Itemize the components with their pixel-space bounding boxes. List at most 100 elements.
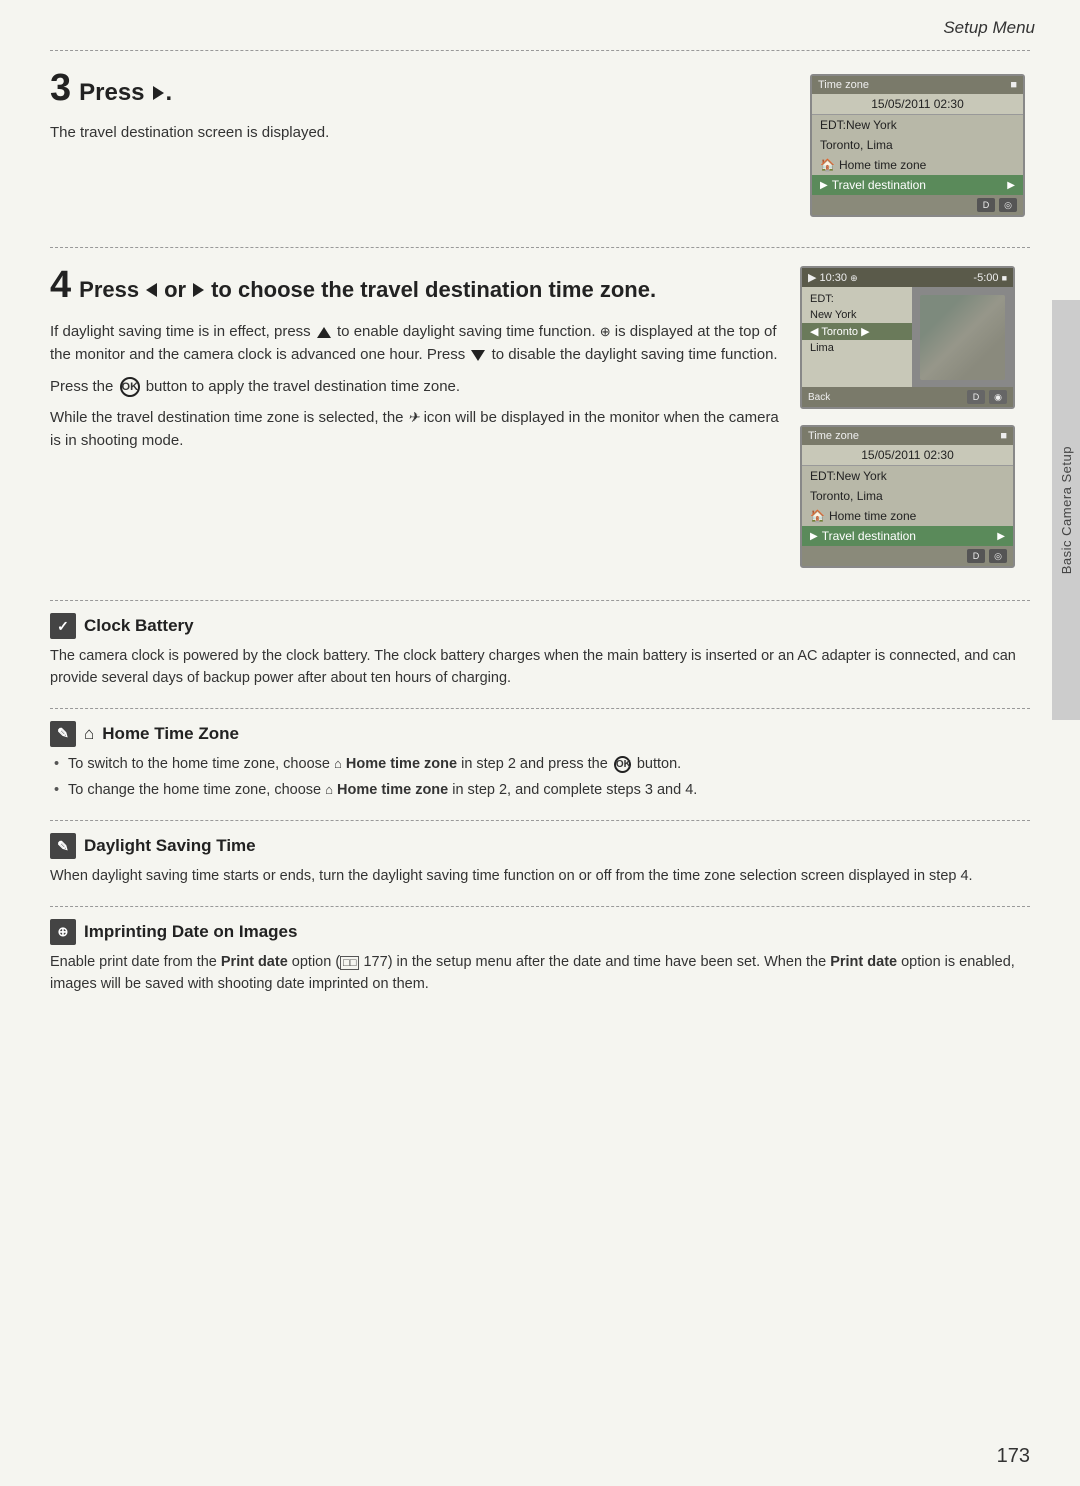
note-clock-title: ✓ Clock Battery [50, 613, 1030, 639]
step3-body: The travel destination screen is display… [50, 121, 790, 144]
note-imprint-title: ⊕ Imprinting Date on Images [50, 919, 1030, 945]
step4-para2: Press the OK button to apply the travel … [50, 375, 780, 398]
cam2-row3: 🏠 Home time zone [802, 506, 1013, 526]
map-image [912, 287, 1013, 387]
step4-arrow-up-icon [317, 327, 331, 338]
print-date-bold-1: Print date [221, 954, 288, 970]
step4-para1: If daylight saving time is in effect, pr… [50, 320, 780, 367]
clock-check-icon: ✓ [50, 613, 76, 639]
cam1-row4-icon: ▶ [820, 180, 828, 191]
step4-press: Press [79, 277, 139, 303]
cam2-header: Time zone ■ [802, 427, 1013, 445]
home-title-text: Home Time Zone [102, 724, 239, 744]
step3-period: . [166, 79, 173, 107]
step4-title-rest: to choose the travel destination time zo… [211, 277, 656, 303]
page-number: 173 [997, 1445, 1030, 1468]
cam2-row1: EDT:New York [802, 466, 1013, 486]
home-pencil-icon: ✎ [50, 721, 76, 747]
ok-icon-2: OK [614, 756, 631, 773]
home-icon-1: ⌂ [334, 756, 342, 771]
cam1-home-icon: 🏠 [820, 158, 835, 172]
cam2-header-icon: ■ [1000, 430, 1007, 442]
cam2-home-icon: 🏠 [810, 509, 825, 523]
step3-number: 3 [50, 69, 71, 107]
home-bullets: To switch to the home time zone, choose … [50, 753, 1030, 802]
step3-screen: Time zone ■ 15/05/2011 02:30 EDT:New Yor… [810, 74, 1030, 227]
note-daylight-section: ✎ Daylight Saving Time When daylight sav… [50, 820, 1030, 887]
travel-icon: ✈ [408, 409, 420, 425]
home-bold-2: Home time zone [337, 782, 448, 798]
step4-arrow-right-icon [193, 283, 204, 297]
cam2-row4-arrow: ▶ [997, 531, 1005, 542]
cam1-row4-label: Travel destination [832, 178, 926, 192]
cam1-row2: Toronto, Lima [812, 135, 1023, 155]
map-item1: EDT: [802, 291, 912, 307]
step4-text: 4 Press or to choose the travel destinat… [50, 266, 780, 460]
ok-icon: OK [120, 377, 140, 397]
camera-screen-2: Time zone ■ 15/05/2011 02:30 EDT:New Yor… [800, 425, 1015, 568]
clock-title-text: Clock Battery [84, 616, 194, 636]
cam1-header-icon: ■ [1010, 79, 1017, 91]
cam2-row4-icon: ▶ [810, 531, 818, 542]
imprint-body: Enable print date from the Print date op… [50, 951, 1030, 996]
cam2-footer-icon1: D [967, 549, 985, 563]
step3-arrow-right-icon [153, 86, 164, 100]
cam1-row4-arrow: ▶ [1007, 180, 1015, 191]
map-footer-icons: D ◉ [967, 390, 1007, 404]
map-back-label: Back [808, 392, 830, 403]
step4-number: 4 [50, 266, 71, 304]
map-list: EDT: New York ◀ Toronto ▶ Lima [802, 287, 912, 387]
cam2-time: 15/05/2011 02:30 [802, 445, 1013, 465]
cam1-header: Time zone ■ [812, 76, 1023, 94]
sidebar-label: Basic Camera Setup [1059, 446, 1074, 574]
clock-body: The camera clock is powered by the clock… [50, 645, 1030, 690]
cam2-footer-icon2: ◎ [989, 549, 1007, 563]
step3-section: 3 Press . The travel destination screen … [50, 50, 1030, 227]
map-body: EDT: New York ◀ Toronto ▶ Lima [802, 287, 1013, 387]
note-home-title: ✎ ⌂ Home Time Zone [50, 721, 1030, 747]
map-item2: New York [802, 307, 912, 323]
home-icon-2: ⌂ [325, 782, 333, 797]
print-date-bold-2: Print date [830, 954, 897, 970]
daylight-title-text: Daylight Saving Time [84, 836, 256, 856]
home-bullet-1: To switch to the home time zone, choose … [50, 753, 1030, 776]
page-ref-icon: □□ [340, 956, 359, 970]
step4-arrow-down-icon [471, 350, 485, 361]
home-bold-1: Home time zone [346, 756, 457, 772]
map-header-right: -5:00 ■ [973, 272, 1007, 284]
daylight-body: When daylight saving time starts or ends… [50, 865, 1030, 887]
page-header: Setup Menu [943, 18, 1035, 38]
cam1-footer-icon2: ◎ [999, 198, 1017, 212]
step3-text: 3 Press . The travel destination screen … [50, 69, 790, 152]
map-screen: ▶ 10:30 ⊕ -5:00 ■ EDT: New York ◀ Toront… [800, 266, 1015, 409]
map-header: ▶ 10:30 ⊕ -5:00 ■ [802, 268, 1013, 287]
cam2-row4: ▶ Travel destination ▶ [802, 526, 1013, 546]
map-item4: Lima [802, 340, 912, 356]
step3-header: 3 Press . [50, 69, 790, 113]
header-title: Setup Menu [943, 18, 1035, 37]
map-visual [920, 295, 1005, 380]
cam2-footer: D ◎ [802, 546, 1013, 566]
note-home-section: ✎ ⌂ Home Time Zone To switch to the home… [50, 708, 1030, 802]
note-clock-section: ✓ Clock Battery The camera clock is powe… [50, 600, 1030, 690]
imprint-title-text: Imprinting Date on Images [84, 922, 297, 942]
map-footer: Back D ◉ [802, 387, 1013, 407]
camera-screen-1: Time zone ■ 15/05/2011 02:30 EDT:New Yor… [810, 74, 1025, 217]
home-icon-title: ⌂ [84, 724, 94, 744]
note-imprint-section: ⊕ Imprinting Date on Images Enable print… [50, 906, 1030, 996]
cam1-row4: ▶ Travel destination ▶ [812, 175, 1023, 195]
step4-screens: ▶ 10:30 ⊕ -5:00 ■ EDT: New York ◀ Toront… [800, 266, 1030, 578]
step3-layout: 3 Press . The travel destination screen … [50, 69, 1030, 227]
page: Basic Camera Setup Setup Menu 3 Press . … [0, 0, 1080, 1486]
cam1-header-label: Time zone [818, 79, 869, 91]
step4-title: 4 Press or to choose the travel destinat… [50, 266, 780, 310]
daylight-pencil-icon: ✎ [50, 833, 76, 859]
cam1-time: 15/05/2011 02:30 [812, 94, 1023, 114]
step4-section: 4 Press or to choose the travel destinat… [50, 247, 1030, 578]
cam2-row3-label: Home time zone [829, 509, 916, 523]
step4-or: or [164, 277, 186, 303]
cam1-footer: D ◎ [812, 195, 1023, 215]
step4-para3: While the travel destination time zone i… [50, 406, 780, 453]
map-footer-icon1: D [967, 390, 985, 404]
cam1-row3-label: Home time zone [839, 158, 926, 172]
